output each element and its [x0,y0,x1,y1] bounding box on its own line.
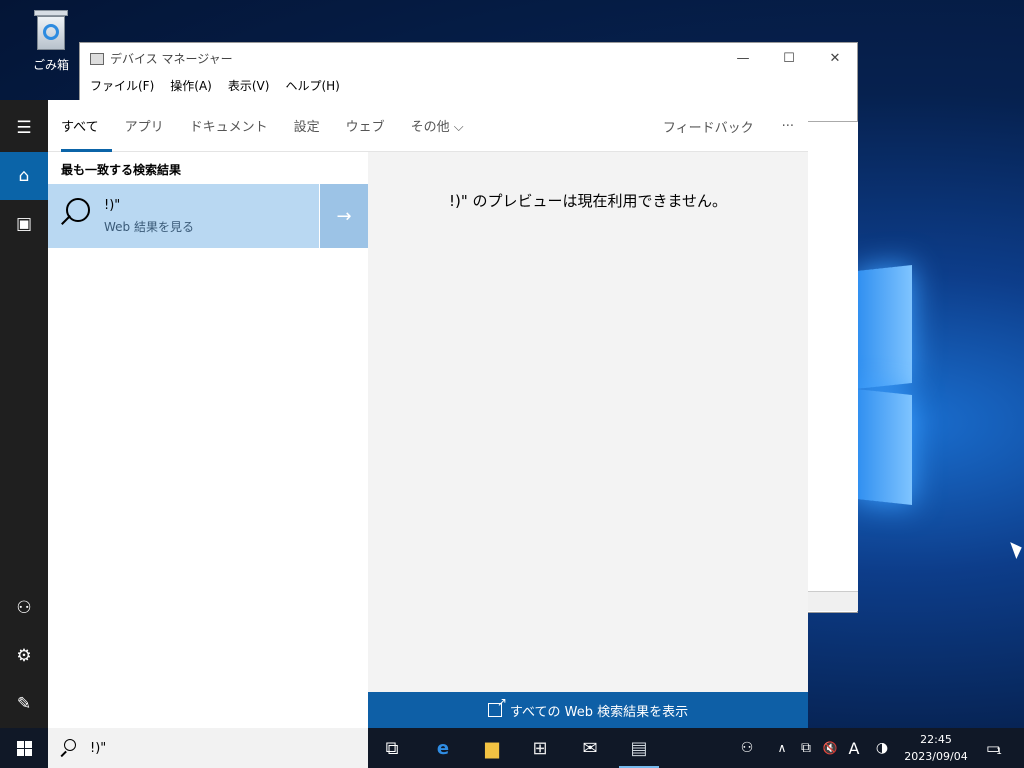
menu-help[interactable]: ヘルプ(H) [285,77,339,94]
recycle-bin-label: ごみ箱 [32,58,69,72]
more-options-icon[interactable]: ··· [768,119,808,134]
ime-indicator[interactable]: A [845,728,863,768]
minimize-button[interactable]: — [720,43,766,73]
mouse-cursor [1010,539,1024,559]
mail-icon[interactable]: ✉ [566,728,614,768]
result-subtitle: Web 結果を見る [104,219,194,234]
arrow-right-icon[interactable]: → [319,184,368,248]
maximize-button[interactable]: ☐ [766,43,812,73]
menu-bar: ファイル(F) 操作(A) 表示(V) ヘルプ(H) [80,74,857,96]
device-manager-icon[interactable]: ▤ [615,728,663,768]
recycle-bin-icon [32,8,70,52]
see-all-web-results-label: すべての Web 検索結果を表示 [509,704,689,720]
result-title: !)" [104,197,121,213]
menu-view[interactable]: 表示(V) [228,77,270,94]
search-icon [48,184,104,248]
search-icon [60,739,78,757]
add-user-icon[interactable]: ⚇ [0,584,48,632]
people-icon[interactable]: ⚇ [736,728,758,768]
clock-date: 2023/09/04 [904,750,968,763]
store-icon[interactable]: ⊞ [516,728,564,768]
tab-all[interactable]: すべて [48,100,112,152]
recycle-bin[interactable]: ごみ箱 [26,8,76,73]
tab-documents[interactable]: ドキュメント [177,100,281,152]
edge-icon[interactable]: e [419,728,467,768]
battery-icon[interactable]: ◑ [872,728,892,768]
close-button[interactable]: ✕ [812,43,858,73]
action-center-icon[interactable]: ▭ 1 [980,728,1008,768]
taskbar: !)" ⧉ e ▆ ⊞ ✉ ▤ ⚇ ∧ ⧉ 🔇 A ◑ 22:45 2023/0… [0,728,1024,768]
search-input[interactable]: !)" [90,741,106,756]
search-tabs: すべて アプリ ドキュメント 設定 ウェブ その他 ⌵ フィードバック ··· [48,100,808,152]
notification-count: 1 [996,747,1002,757]
search-panel: すべて アプリ ドキュメント 設定 ウェブ その他 ⌵ フィードバック ··· … [48,100,808,728]
preview-pane: !)" のプレビューは現在利用できません。 [368,152,808,692]
clock-time: 22:45 [920,733,952,746]
feedback-icon[interactable]: ✎ [0,680,48,728]
external-link-icon [487,695,507,717]
menu-file[interactable]: ファイル(F) [90,77,154,94]
windows-wallpaper-logo [856,258,916,513]
hamburger-icon[interactable]: ☰ [0,104,48,152]
tab-web[interactable]: ウェブ [333,100,398,152]
tab-settings[interactable]: 設定 [281,100,333,152]
file-explorer-icon[interactable]: ▆ [468,728,516,768]
chevron-up-icon[interactable]: ∧ [774,728,790,768]
taskbar-search-box[interactable]: !)" [48,728,368,768]
best-match-heading: 最も一致する検索結果 [61,163,182,177]
windows-icon [16,740,32,756]
best-match-result[interactable]: !)" Web 結果を見る → [48,184,368,248]
preview-message: !)" のプレビューは現在利用できません。 [448,192,728,210]
menu-action[interactable]: 操作(A) [170,77,212,94]
device-tree[interactable] [808,121,858,591]
feedback-link[interactable]: フィードバック [649,117,768,136]
tab-apps[interactable]: アプリ [112,100,177,152]
start-button[interactable] [0,728,48,768]
results-list: 最も一致する検索結果 !)" Web 結果を見る → [48,152,368,728]
device-manager-icon [90,52,104,65]
gear-icon[interactable]: ⚙ [0,632,48,680]
window-title: デバイス マネージャー [110,52,233,66]
notebook-icon[interactable]: ▣ [0,200,48,248]
task-view-icon[interactable]: ⧉ [368,728,416,768]
network-icon[interactable]: ⧉ [797,728,815,768]
start-rail: ☰ ⌂ ▣ ⚇ ⚙ ✎ [0,100,48,728]
see-all-web-results-button[interactable]: すべての Web 検索結果を表示 [368,692,808,728]
volume-muted-icon[interactable]: 🔇 [820,728,840,768]
status-bar [808,591,858,611]
clock[interactable]: 22:45 2023/09/04 [900,731,972,765]
home-icon[interactable]: ⌂ [0,152,48,200]
tab-more[interactable]: その他 ⌵ [398,100,477,152]
